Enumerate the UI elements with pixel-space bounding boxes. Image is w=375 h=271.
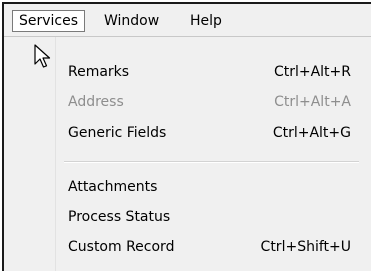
menu-window[interactable]: Window bbox=[98, 10, 165, 32]
menu-item-process-status[interactable]: Process Status bbox=[56, 203, 371, 231]
menu-help[interactable]: Help bbox=[184, 10, 228, 32]
app-window: Services Window Help Remarks Ctrl+Alt+R … bbox=[2, 2, 371, 271]
menu-item-label: Remarks bbox=[68, 64, 130, 80]
menu-separator bbox=[64, 161, 359, 163]
menu-item-generic-fields[interactable]: Generic Fields Ctrl+Alt+G bbox=[56, 119, 371, 147]
menu-item-label: Process Status bbox=[68, 209, 171, 225]
menu-item-custom-record[interactable]: Custom Record Ctrl+Shift+U bbox=[56, 233, 371, 261]
menu-item-shortcut: Ctrl+Alt+R bbox=[273, 64, 351, 80]
menu-item-shortcut: Ctrl+Alt+A bbox=[274, 94, 351, 110]
arrow-pointer-icon bbox=[34, 44, 51, 68]
menu-item-remarks[interactable]: Remarks Ctrl+Alt+R bbox=[56, 58, 371, 86]
menu-item-attachments[interactable]: Attachments bbox=[56, 173, 371, 201]
menu-icon-column bbox=[4, 37, 56, 271]
menu-bar: Services Window Help bbox=[4, 4, 371, 36]
menu-item-shortcut: Ctrl+Shift+U bbox=[260, 239, 351, 255]
menu-item-address: Address Ctrl+Alt+A bbox=[56, 88, 371, 116]
menu-item-label: Custom Record bbox=[68, 239, 175, 255]
menu-item-label: Generic Fields bbox=[68, 125, 167, 141]
menu-services[interactable]: Services bbox=[12, 10, 86, 32]
services-dropdown-menu: Remarks Ctrl+Alt+R Address Ctrl+Alt+A Ge… bbox=[4, 36, 371, 271]
menu-item-shortcut: Ctrl+Alt+G bbox=[272, 125, 351, 141]
menu-item-label: Attachments bbox=[68, 179, 158, 195]
menu-item-label: Address bbox=[68, 94, 124, 110]
